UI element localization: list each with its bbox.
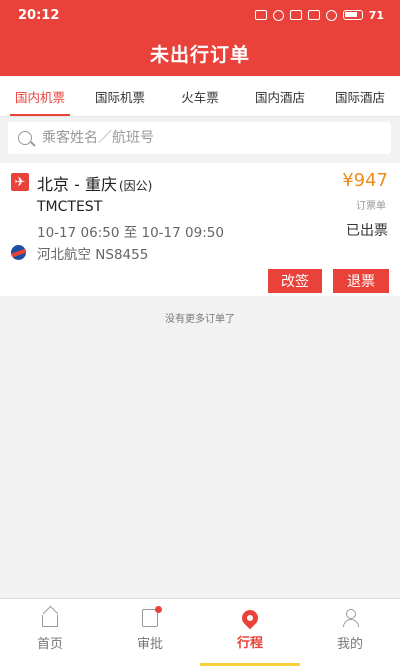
nav-mine-label: 我的 — [336, 637, 363, 652]
refund-button[interactable]: 退票 — [333, 269, 389, 293]
search-area — [0, 117, 400, 159]
status-icons: 71 — [254, 8, 384, 22]
order-route: 北京 - 重庆 (因公) — [37, 171, 152, 195]
category-tabs: 国内机票 国际机票 火车票 国内酒店 国际酒店 — [0, 76, 400, 117]
airline-flight: 河北航空 NS8455 — [37, 247, 149, 263]
route-tag: (因公) — [118, 179, 153, 193]
home-icon — [42, 615, 58, 627]
battery-level: 71 — [368, 8, 384, 22]
tab-train-tickets[interactable]: 火车票 — [160, 76, 240, 116]
tab-domestic-flights[interactable]: 国内机票 — [0, 76, 80, 116]
passenger-name: TMCTEST — [37, 199, 103, 215]
airline-logo-icon — [11, 245, 26, 260]
ticket-status: 已出票 — [346, 223, 388, 239]
tab-domestic-hotels[interactable]: 国内酒店 — [240, 76, 320, 116]
order-card[interactable]: ✈ 北京 - 重庆 (因公) ¥947 订票单 TMCTEST 10-17 06:… — [0, 163, 400, 296]
tab-international-flights[interactable]: 国际机票 — [80, 76, 160, 116]
order-type-label: 订票单 — [356, 201, 386, 212]
user-icon — [342, 609, 359, 627]
approval-icon — [142, 606, 162, 627]
status-time: 20:12 — [18, 7, 60, 23]
nav-approval[interactable]: 审批 — [100, 599, 200, 667]
search-icon — [18, 131, 32, 145]
nav-home[interactable]: 首页 — [0, 599, 100, 667]
bottom-nav: 首页 审批 行程 我的 — [0, 598, 400, 667]
nav-approval-label: 审批 — [136, 637, 163, 652]
flight-time: 10-17 06:50 至 10-17 09:50 — [37, 225, 224, 241]
page-title: 未出行订单 — [0, 30, 400, 76]
signal-icon-2 — [307, 10, 320, 20]
plane-icon: ✈ — [11, 173, 29, 191]
battery-icon — [342, 10, 363, 20]
nav-mine[interactable]: 我的 — [300, 599, 400, 667]
nav-trips[interactable]: 行程 — [200, 599, 300, 667]
search-input[interactable] — [40, 129, 374, 147]
search-box[interactable] — [8, 122, 391, 154]
alarm-icon — [272, 9, 284, 21]
notification-dot — [155, 606, 162, 613]
nav-home-label: 首页 — [36, 637, 63, 652]
trip-pin-icon — [238, 606, 262, 630]
wifi-icon — [325, 9, 337, 21]
nav-trips-label: 行程 — [236, 636, 263, 651]
status-bar: 20:12 71 — [0, 0, 400, 30]
signal-icon — [289, 10, 302, 20]
tab-international-hotels[interactable]: 国际酒店 — [320, 76, 400, 116]
vibrate-icon — [254, 10, 267, 20]
change-button[interactable]: 改签 — [268, 269, 322, 293]
no-more-orders-text: 没有更多订单了 — [165, 314, 235, 325]
order-price: ¥947 — [342, 170, 388, 191]
route-text: 北京 - 重庆 — [37, 175, 117, 194]
